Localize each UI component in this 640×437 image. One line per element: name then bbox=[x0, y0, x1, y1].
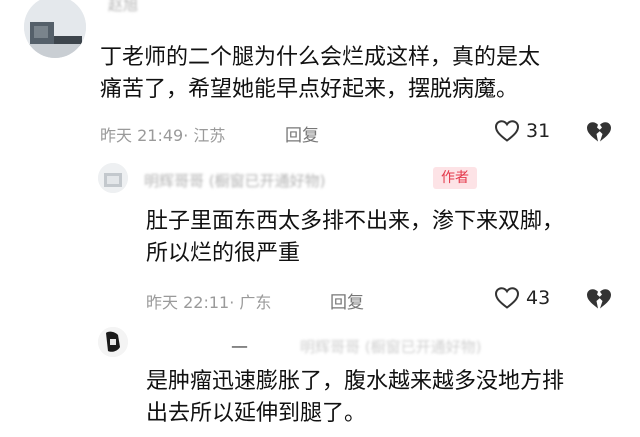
avatar-photo bbox=[98, 163, 128, 193]
broken-heart-icon bbox=[585, 120, 613, 144]
reply-username[interactable]: 明辉哥哥 (橱窗已开通好物) bbox=[144, 170, 325, 191]
heart-icon bbox=[494, 119, 520, 143]
reply-text-line: 肚子里面东西太多排不出来，渗下来双脚， bbox=[146, 209, 565, 234]
reply-username[interactable]: 明辉哥哥 (橱窗已开通好物) bbox=[300, 336, 481, 357]
reply-avatar[interactable] bbox=[98, 327, 128, 357]
reply-avatar[interactable] bbox=[98, 163, 128, 193]
broken-heart-icon bbox=[585, 287, 613, 311]
like-button[interactable]: 43 bbox=[494, 286, 550, 310]
reply-text: 肚子里面东西太多排不出来，渗下来双脚， 所以烂的很严重 bbox=[146, 206, 631, 270]
heart-icon bbox=[494, 286, 520, 310]
reply-text: 是肿瘤迅速膨胀了，腹水越来越多没地方排 出去所以延伸到腿了。 bbox=[146, 366, 631, 430]
comment-username[interactable]: 赵旭 bbox=[108, 0, 138, 15]
like-button[interactable]: 31 bbox=[494, 119, 550, 143]
avatar[interactable] bbox=[24, 0, 86, 58]
reply-time: 昨天 22:11 bbox=[146, 293, 230, 312]
comment-text-line: 丁老师的二个腿为什么会烂成这样，真的是太 bbox=[100, 45, 541, 70]
comment-text-line: 痛苦了，希望她能早点好起来，摆脱病魔。 bbox=[100, 77, 519, 102]
dislike-button[interactable] bbox=[585, 120, 613, 144]
reply-location: · 广东 bbox=[229, 293, 272, 312]
comment-meta: 昨天 21:49 · 江苏 bbox=[100, 122, 225, 146]
like-count: 31 bbox=[526, 120, 551, 142]
avatar-photo bbox=[24, 0, 86, 58]
reply-text-line: 出去所以延伸到腿了。 bbox=[146, 401, 367, 426]
reply-username-prefix: __ bbox=[232, 330, 247, 348]
reply-text-line: 所以烂的很严重 bbox=[146, 241, 301, 266]
like-count: 43 bbox=[526, 287, 551, 309]
reply-button[interactable]: 回复 bbox=[330, 288, 364, 313]
comment-text: 丁老师的二个腿为什么会烂成这样，真的是太 痛苦了，希望她能早点好起来，摆脱病魔。 bbox=[100, 42, 630, 106]
reply-button[interactable]: 回复 bbox=[285, 121, 319, 146]
reply-text-line: 是肿瘤迅速膨胀了，腹水越来越多没地方排 bbox=[146, 369, 565, 394]
comment-location: · 江苏 bbox=[183, 126, 226, 145]
author-badge: 作者 bbox=[433, 167, 477, 189]
comment-time: 昨天 21:49 bbox=[100, 126, 184, 145]
dislike-button[interactable] bbox=[585, 287, 613, 311]
avatar-photo bbox=[98, 327, 128, 357]
reply-meta: 昨天 22:11 · 广东 bbox=[146, 289, 271, 313]
